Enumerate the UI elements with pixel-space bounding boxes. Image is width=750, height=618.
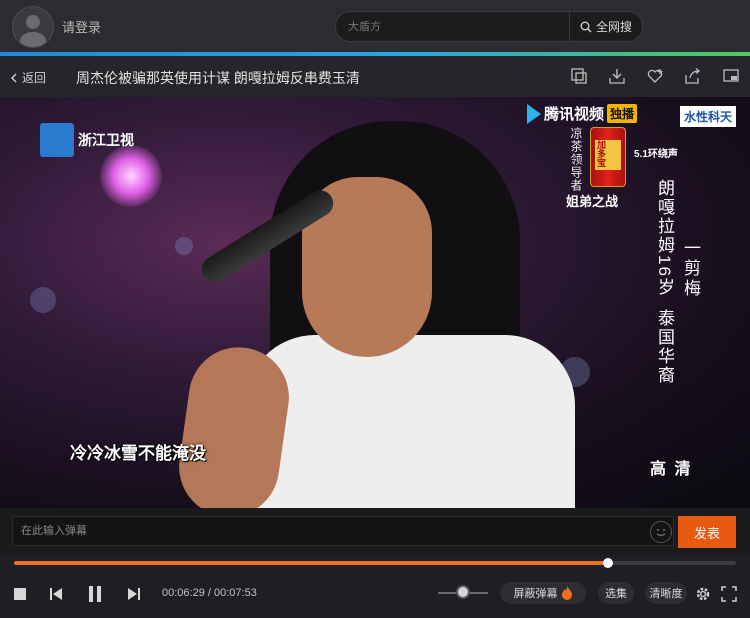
- time-display: 00:06:29 / 00:07:53: [162, 587, 257, 599]
- volume-handle[interactable]: [456, 585, 470, 599]
- flame-icon: [561, 586, 572, 600]
- danmaku-bar: 发表: [0, 508, 750, 554]
- pause-button[interactable]: [84, 583, 106, 605]
- back-button[interactable]: 返回: [10, 69, 46, 86]
- video-player[interactable]: 浙江卫视 腾讯视频 独播 水性科天 凉茶领导者 加多宝 姐弟之战 5.1环绕声 …: [0, 97, 750, 508]
- bokeh-light: [175, 237, 193, 255]
- stop-button[interactable]: [9, 583, 31, 605]
- emoji-button[interactable]: [650, 521, 672, 543]
- pause-icon: [89, 586, 101, 602]
- platform-logo: 腾讯视频 独播: [527, 103, 638, 124]
- control-bar: 00:06:29 / 00:07:53 屏蔽弹幕 选集 清晰度: [0, 570, 750, 618]
- favorite-button[interactable]: [644, 66, 666, 86]
- current-time: 00:06:29: [162, 587, 205, 599]
- sponsor-can-label: 加多宝: [595, 140, 621, 170]
- search-button[interactable]: 全网搜: [569, 12, 642, 41]
- send-danmaku-button[interactable]: 发表: [678, 516, 736, 548]
- share-button[interactable]: [682, 66, 704, 86]
- search-button-label: 全网搜: [595, 20, 632, 34]
- quality-badge: 高 清: [650, 461, 693, 478]
- search-icon: [580, 21, 592, 33]
- fullscreen-icon: [721, 586, 737, 602]
- danmaku-input[interactable]: [12, 516, 674, 546]
- screenshot-button[interactable]: [568, 66, 590, 86]
- settings-button[interactable]: [692, 583, 714, 605]
- danmaku-toggle[interactable]: 屏蔽弹幕: [500, 582, 586, 604]
- episodes-button[interactable]: 选集: [598, 582, 634, 604]
- tencent-play-icon: [527, 103, 541, 124]
- singer-origin-caption: 泰国华裔: [655, 309, 674, 385]
- fullscreen-button[interactable]: [718, 583, 740, 605]
- title-bar: 返回 周杰伦被骗那英使用计谋 朗嘎拉姆反串费玉清: [0, 56, 750, 97]
- quality-button[interactable]: 清晰度: [645, 582, 687, 604]
- zhejiang-tv-logo-icon: [40, 123, 74, 157]
- user-avatar-icon: [20, 15, 46, 47]
- bokeh-light: [30, 287, 56, 313]
- danmaku-toggle-label: 屏蔽弹幕: [513, 588, 558, 600]
- mini-player-icon: [723, 69, 739, 82]
- login-link[interactable]: 请登录: [62, 17, 101, 36]
- surround-sound-label: 5.1环绕声: [634, 149, 678, 160]
- back-label: 返回: [22, 71, 47, 85]
- screenshot-icon: [571, 68, 587, 84]
- lyric-subtitle: 冷冷冰雪不能淹没: [70, 444, 206, 463]
- search-box: 全网搜: [335, 11, 643, 42]
- share-icon: [685, 68, 701, 84]
- previous-icon: [50, 588, 62, 600]
- sponsor-brand: 姐弟之战: [566, 194, 619, 209]
- channel-logo: 浙江卫视: [40, 123, 134, 157]
- can-label-text: 加多宝: [596, 140, 606, 167]
- singer-dress: [245, 335, 575, 508]
- progress-handle[interactable]: [602, 558, 613, 568]
- mini-player-button[interactable]: [720, 66, 742, 86]
- time-separator: /: [204, 587, 214, 599]
- platform-text: 腾讯视频: [544, 106, 605, 123]
- download-button[interactable]: [606, 66, 628, 86]
- song-title: 一剪梅: [681, 239, 700, 299]
- top-bar: 请登录 全网搜: [0, 0, 750, 52]
- user-avatar[interactable]: [12, 6, 54, 48]
- title-actions: [568, 66, 742, 86]
- partner-badge: 水性科天: [680, 106, 737, 127]
- download-icon: [609, 69, 625, 84]
- chevron-left-icon: [11, 73, 17, 82]
- next-icon: [128, 588, 140, 600]
- progress-bar[interactable]: [14, 558, 736, 568]
- video-title: 周杰伦被骗那英使用计谋 朗嘎拉姆反串费玉清: [76, 70, 360, 86]
- exclusive-badge: 独播: [607, 104, 638, 123]
- progress-fill: [14, 561, 608, 565]
- previous-button[interactable]: [45, 583, 67, 605]
- stop-icon: [14, 588, 26, 600]
- favorite-icon: [647, 69, 663, 83]
- next-button[interactable]: [123, 583, 145, 605]
- total-time: 00:07:53: [214, 587, 257, 599]
- sponsor-slogan: 凉茶领导者: [569, 127, 583, 192]
- gear-icon: [696, 587, 710, 601]
- channel-logo-text: 浙江卫视: [78, 132, 134, 148]
- episodes-label: 选集: [605, 588, 627, 600]
- search-input[interactable]: [346, 18, 560, 36]
- singer-name-caption: 朗嘎拉姆16岁: [655, 179, 674, 297]
- sponsor-can: 加多宝: [590, 127, 626, 187]
- quality-label: 清晰度: [649, 588, 683, 600]
- smiley-icon: [656, 529, 666, 537]
